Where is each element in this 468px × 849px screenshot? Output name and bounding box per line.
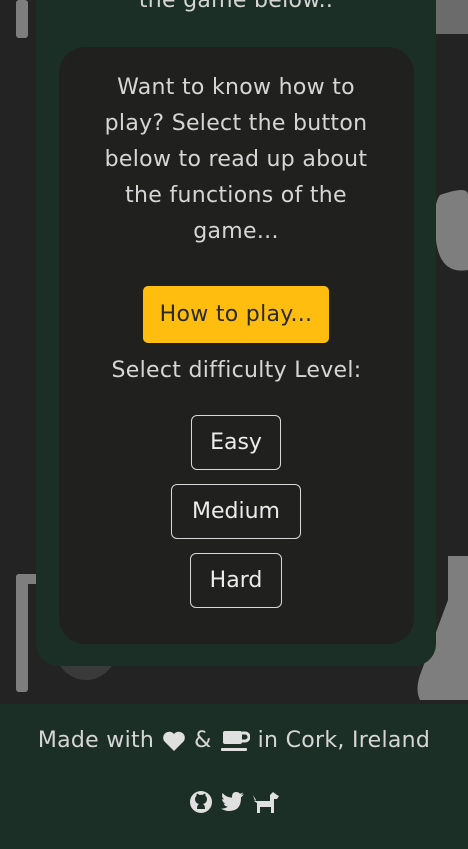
ampersand-text: & bbox=[194, 728, 212, 753]
dog-link[interactable] bbox=[252, 789, 280, 815]
heart-icon bbox=[163, 731, 185, 751]
hard-button[interactable]: Hard bbox=[190, 553, 282, 608]
medium-button[interactable]: Medium bbox=[171, 484, 301, 539]
footer-credit: Made with & in Cork, Ireland bbox=[0, 728, 468, 753]
location-text: in Cork, Ireland bbox=[257, 728, 431, 753]
made-with-text: Made with bbox=[37, 728, 155, 753]
intro-top-text: the game below.. bbox=[138, 0, 334, 13]
coffee-icon bbox=[220, 730, 250, 751]
dog-icon bbox=[253, 792, 279, 813]
difficulty-label: Select difficulty Level: bbox=[111, 358, 362, 383]
footer bbox=[0, 704, 468, 849]
easy-button[interactable]: Easy bbox=[191, 415, 281, 470]
twitter-icon bbox=[221, 792, 244, 811]
twitter-link[interactable] bbox=[220, 790, 246, 814]
github-icon bbox=[190, 791, 212, 813]
social-links bbox=[0, 789, 468, 815]
how-to-play-button[interactable]: How to play... bbox=[143, 286, 329, 343]
github-link[interactable] bbox=[188, 789, 214, 815]
instructions-text: Want to know how to play? Select the but… bbox=[104, 75, 368, 244]
